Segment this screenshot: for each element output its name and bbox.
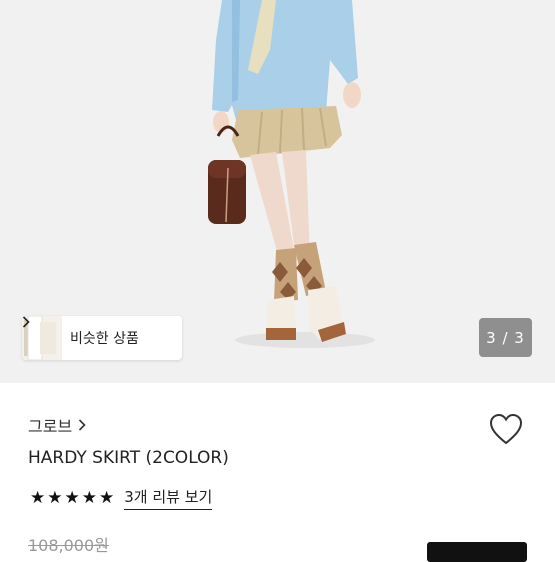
product-title: HARDY SKIRT (2COLOR) [28, 448, 229, 468]
purchase-button[interactable] [427, 542, 527, 562]
product-image-carousel[interactable]: 비슷한 상품 3 / 3 [0, 0, 555, 383]
chevron-right-icon [79, 419, 86, 431]
star-icon: ★ [30, 487, 46, 508]
original-price: 108,000원 [28, 536, 109, 555]
star-icon: ★ [99, 487, 115, 508]
chevron-right-icon [22, 316, 30, 328]
star-icon: ★ [47, 487, 63, 508]
similar-products-label: 비슷한 상품 [70, 331, 139, 347]
reviews-link[interactable]: 3개 리뷰 보기 [124, 486, 213, 510]
rating-row: ★ ★ ★ ★ ★ 3개 리뷰 보기 [30, 486, 213, 510]
heart-outline-icon[interactable] [488, 412, 524, 446]
brand-name: 그로브 [28, 417, 73, 436]
similar-products-button[interactable]: 비슷한 상품 [22, 316, 182, 360]
star-icon: ★ [81, 487, 97, 508]
star-icon: ★ [64, 487, 80, 508]
image-counter: 3 / 3 [479, 318, 532, 357]
brand-link[interactable]: 그로브 [28, 413, 86, 437]
